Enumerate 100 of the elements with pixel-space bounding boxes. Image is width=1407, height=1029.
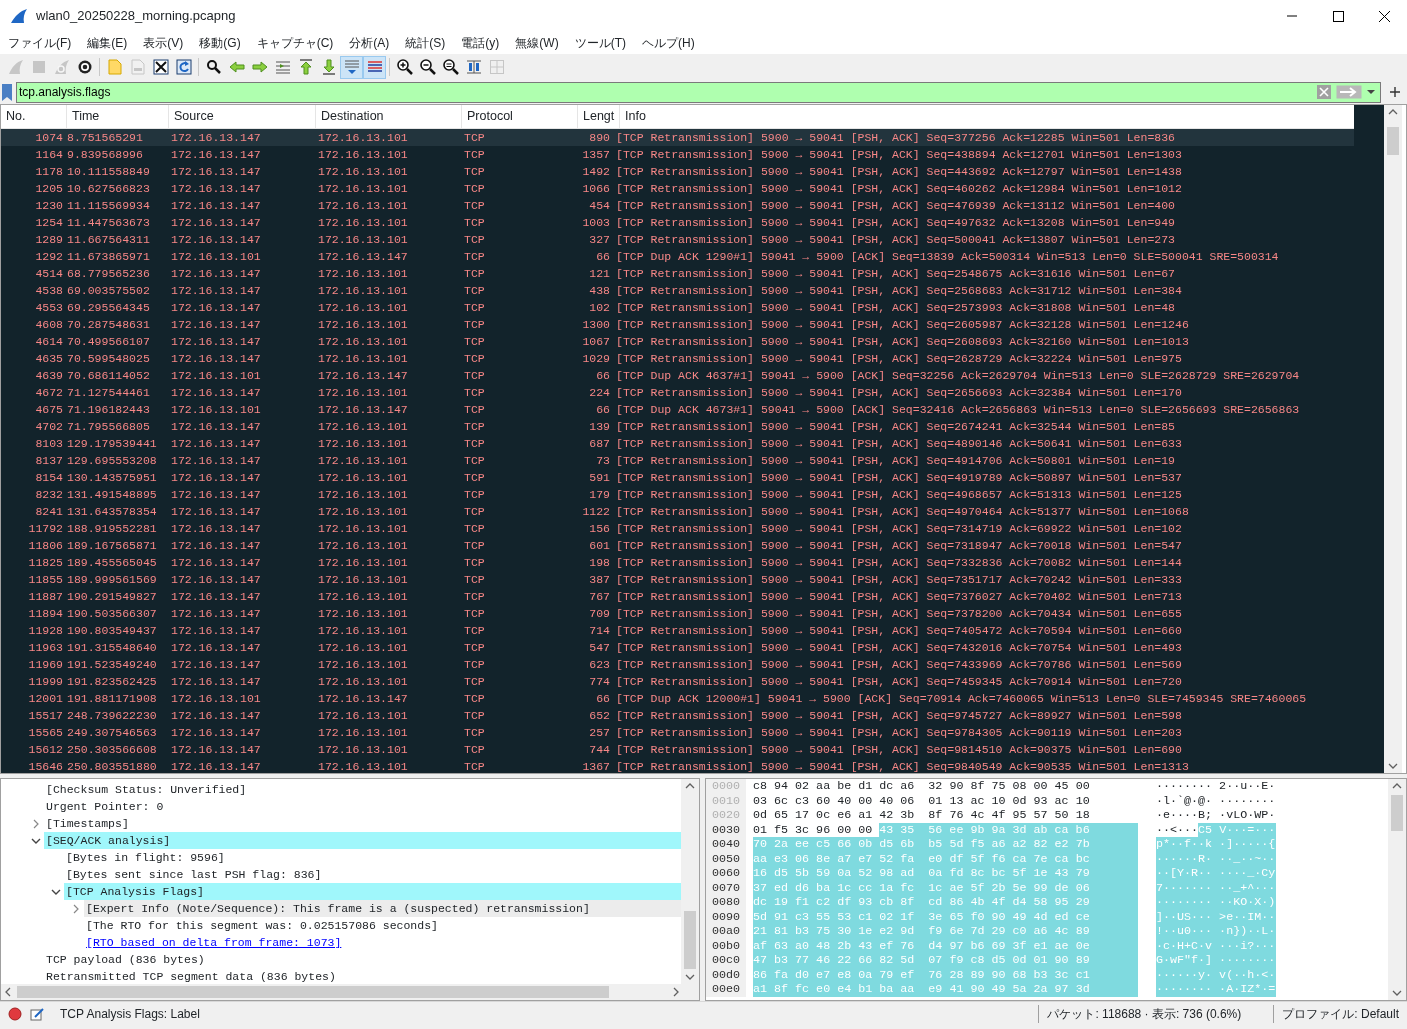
packet-row[interactable]: 11969 191.523549240 172.16.13.147 172.16.13.101 TCP 623 [TCP Retransmission] 5900 → 59041 [PSH, ACK] Seq=7433969 Ack=70786 Win=501 Len=569 (1, 656, 1354, 673)
scrollbar-thumb[interactable] (1387, 127, 1399, 155)
table-cell: 172.16.13.101 (318, 216, 408, 229)
menu-item[interactable]: 編集(E) (79, 32, 136, 54)
bookmark-button[interactable] (2, 83, 12, 101)
vertical-scrollbar[interactable] (681, 779, 699, 985)
hex-bytes[interactable]: 03 6c c3 60 40 00 40 06 01 13 ac 10 0d 93 ac 10 (753, 793, 1090, 808)
packet-row[interactable]: 4672 71.127544461 172.16.13.147 172.16.13.101 TCP 224 [TCP Retransmission] 5900 → 59041 [PSH, ACK] Seq=2656693 Ack=32384 Win=501 Len=170 (1, 384, 1354, 401)
tree-item[interactable]: Urgent Pointer: 0 (44, 798, 681, 815)
scrollbar-thumb[interactable] (1391, 795, 1403, 831)
packet-row[interactable]: 15517 248.739622230 172.16.13.147 172.16.13.101 TCP 652 [TCP Retransmission] 5900 → 59041 [PSH, ACK] Seq=9745727 Ack=89927 Win=501 Len=598 (1, 707, 1354, 724)
packet-row[interactable]: 4635 70.599548025 172.16.13.147 172.16.13.101 TCP 1029 [TCP Retransmission] 5900 → 59041 [PSH, ACK] Seq=2628729 Ack=32224 Win=501 Len=975 (1, 350, 1354, 367)
menu-item[interactable]: ツール(T) (566, 32, 634, 54)
hex-bytes[interactable]: 01 f5 3c 96 00 00 (753, 822, 873, 837)
packet-row[interactable]: 1292 11.673865971 172.16.13.101 172.16.13.147 TCP 66 [TCP Dup ACK 1290#1] 59041 → 5900 [ACK] Seq=13839 Ack=500314 Win=513 Len=0 SLE=500041 SRE=500314 (1, 248, 1354, 265)
packet-row[interactable]: 1074 8.751565291 172.16.13.147 172.16.13.101 TCP 890 [TCP Retransmission] 5900 → 59041 [PSH, ACK] Seq=377256 Ack=12285 Win=501 Len=836 (1, 129, 1354, 146)
packet-row[interactable]: 4702 71.795566805 172.16.13.147 172.16.13.101 TCP 139 [TCP Retransmission] 5900 → 59041 [PSH, ACK] Seq=2674241 Ack=32544 Win=501 Len=85 (1, 418, 1354, 435)
table-cell: 172.16.13.147 (318, 403, 408, 416)
scrollbar-thumb[interactable] (684, 911, 696, 969)
column-header[interactable]: Protocol (462, 105, 578, 128)
packet-row[interactable]: 8232 131.491548895 172.16.13.147 172.16.13.101 TCP 179 [TCP Retransmission] 5900 → 59041 [PSH, ACK] Seq=4968657 Ack=51313 Win=501 Len=125 (1, 486, 1354, 503)
scrollbar-thumb[interactable] (17, 986, 609, 999)
menu-item[interactable]: 分析(A) (341, 32, 398, 54)
packet-row[interactable]: 15646 250.803551880 172.16.13.147 172.16.13.101 TCP 1367 [TCP Retransmission] 5900 → 59041 [PSH, ACK] Seq=9840549 Ack=90535 Win=501 Len=1313 (1, 758, 1354, 775)
packet-row[interactable]: 4675 71.196182443 172.16.13.101 172.16.13.147 TCP 66 [TCP Dup ACK 4673#1] 59041 → 5900 [ACK] Seq=32416 Ack=2656863 Win=513 Len=0 SLE=2656693 SRE=2656863 (1, 401, 1354, 418)
tree-item[interactable]: [SEQ/ACK analysis] (44, 832, 681, 849)
vertical-scrollbar[interactable] (1388, 779, 1406, 1000)
packet-row[interactable]: 4514 68.779565236 172.16.13.147 172.16.13.101 TCP 121 [TCP Retransmission] 5900 → 59041 [PSH, ACK] Seq=2548675 Ack=31616 Win=501 Len=67 (1, 265, 1354, 282)
packet-row[interactable]: 1164 9.839568996 172.16.13.147 172.16.13.101 TCP 1357 [TCP Retransmission] 5900 → 59041 [PSH, ACK] Seq=438894 Ack=12701 Win=501 Len=1303 (1, 146, 1354, 163)
packet-row[interactable]: 11928 190.803549437 172.16.13.147 172.16.13.101 TCP 714 [TCP Retransmission] 5900 → 59041 [PSH, ACK] Seq=7405472 Ack=70594 Win=501 Len=660 (1, 622, 1354, 639)
menu-item[interactable]: 移動(G) (191, 32, 249, 54)
hex-bytes[interactable]: c8 94 02 aa be d1 dc a6 32 90 8f 75 08 00 45 00 (753, 779, 1090, 794)
column-header[interactable]: No. (1, 105, 67, 128)
tree-item[interactable]: [Bytes sent since last PSH flag: 836] (64, 866, 681, 883)
packet-row[interactable]: 8103 129.179539441 172.16.13.147 172.16.13.101 TCP 687 [TCP Retransmission] 5900 → 59041 [PSH, ACK] Seq=4890146 Ack=50641 Win=501 Len=633 (1, 435, 1354, 452)
packet-row[interactable]: 1254 11.447563673 172.16.13.147 172.16.13.101 TCP 1003 [TCP Retransmission] 5900 → 59041 [PSH, ACK] Seq=497632 Ack=13208 Win=501 Len=949 (1, 214, 1354, 231)
expand-icon[interactable] (31, 818, 41, 829)
packet-row[interactable]: 11894 190.503566307 172.16.13.147 172.16.13.101 TCP 709 [TCP Retransmission] 5900 → 59041 [PSH, ACK] Seq=7378200 Ack=70434 Win=501 Len=655 (1, 605, 1354, 622)
table-cell: 172.16.13.147 (318, 250, 408, 263)
packet-row[interactable]: 8241 131.643578354 172.16.13.147 172.16.13.101 TCP 1122 [TCP Retransmission] 5900 → 59041 [PSH, ACK] Seq=4970464 Ack=51377 Win=501 Len=1068 (1, 503, 1354, 520)
menu-item[interactable]: 表示(V) (135, 32, 192, 54)
packet-row[interactable]: 1230 11.115569934 172.16.13.147 172.16.13.101 TCP 454 [TCP Retransmission] 5900 → 59041 [PSH, ACK] Seq=476939 Ack=13112 Win=501 Len=400 (1, 197, 1354, 214)
table-cell: 1122 (582, 505, 610, 518)
expand-icon[interactable] (71, 903, 81, 914)
table-cell: 172.16.13.101 (318, 437, 408, 450)
menu-item[interactable]: 統計(S) (397, 32, 454, 54)
packet-row[interactable]: 1178 10.111558849 172.16.13.147 172.16.13.101 TCP 1492 [TCP Retransmission] 5900 → 59041 [PSH, ACK] Seq=443692 Ack=12797 Win=501 Len=1438 (1, 163, 1354, 180)
menu-item[interactable]: 無線(W) (507, 32, 567, 54)
table-cell: 10.627566823 (67, 182, 150, 195)
menu-item[interactable]: 電話(y) (453, 32, 508, 54)
table-cell: TCP (464, 692, 485, 705)
tree-item[interactable]: [Checksum Status: Unverified] (44, 781, 681, 798)
vertical-scrollbar[interactable] (1384, 105, 1402, 773)
packet-row[interactable]: 1289 11.667564311 172.16.13.147 172.16.13.101 TCP 327 [TCP Retransmission] 5900 → 59041 [PSH, ACK] Seq=500041 Ack=13807 Win=501 Len=273 (1, 231, 1354, 248)
packet-row[interactable]: 4639 70.686114052 172.16.13.101 172.16.13.147 TCP 66 [TCP Dup ACK 4637#1] 59041 → 5900 [ACK] Seq=32256 Ack=2629704 Win=513 Len=0 SLE=2628729 SRE=2629704 (1, 367, 1354, 384)
column-header[interactable]: Time (67, 105, 169, 128)
horizontal-scrollbar[interactable] (1, 984, 699, 1000)
packet-row[interactable]: 11825 189.455565045 172.16.13.147 172.16.13.101 TCP 198 [TCP Retransmission] 5900 → 59041 [PSH, ACK] Seq=7332836 Ack=70082 Win=501 Len=144 (1, 554, 1354, 571)
tree-item[interactable]: Retransmitted TCP segment data (836 bytes) (44, 968, 681, 985)
menu-item[interactable]: キャプチャ(C) (248, 32, 342, 54)
ascii-text[interactable]: ·e····B; ·vLO·WP· (1156, 808, 1276, 823)
hex-bytes[interactable]: 0d 65 17 0c e6 a1 42 3b 8f 76 4c 4f 95 57 50 18 (753, 808, 1090, 823)
column-header[interactable]: Destination (316, 105, 462, 128)
menu-item[interactable]: ファイル(F) (0, 32, 80, 54)
tree-item[interactable]: TCP payload (836 bytes) (44, 951, 681, 968)
packet-row[interactable]: 1205 10.627566823 172.16.13.147 172.16.13.101 TCP 1066 [TCP Retransmission] 5900 → 59041 [PSH, ACK] Seq=460262 Ack=12984 Win=501 Len=1012 (1, 180, 1354, 197)
table-cell: TCP (464, 505, 485, 518)
packet-row[interactable]: 15565 249.307546563 172.16.13.147 172.16.13.101 TCP 257 [TCP Retransmission] 5900 → 59041 [PSH, ACK] Seq=9784305 Ack=90119 Win=501 Len=203 (1, 724, 1354, 741)
tree-item[interactable]: [TCP Analysis Flags] (64, 883, 681, 900)
packet-row[interactable]: 4608 70.287548631 172.16.13.147 172.16.13.101 TCP 1300 [TCP Retransmission] 5900 → 59041 [PSH, ACK] Seq=2605987 Ack=32128 Win=501 Len=1246 (1, 316, 1354, 333)
packet-row[interactable]: 15612 250.303566608 172.16.13.147 172.16.13.101 TCP 744 [TCP Retransmission] 5900 → 59041 [PSH, ACK] Seq=9814510 Ack=90375 Win=501 Len=690 (1, 741, 1354, 758)
packet-row[interactable]: 8137 129.695553208 172.16.13.147 172.16.13.101 TCP 73 [TCP Retransmission] 5900 → 59041 [PSH, ACK] Seq=4914706 Ack=50801 Win=501 Len=19 (1, 452, 1354, 469)
packet-row[interactable]: 11806 189.167565871 172.16.13.147 172.16.13.101 TCP 601 [TCP Retransmission] 5900 → 59041 [PSH, ACK] Seq=7318947 Ack=70018 Win=501 Len=547 (1, 537, 1354, 554)
packet-row[interactable]: 11855 189.999561569 172.16.13.147 172.16.13.101 TCP 387 [TCP Retransmission] 5900 → 59041 [PSH, ACK] Seq=7351717 Ack=70242 Win=501 Len=333 (1, 571, 1354, 588)
packet-row[interactable]: 8154 130.143575951 172.16.13.147 172.16.13.101 TCP 591 [TCP Retransmission] 5900 → 59041 [PSH, ACK] Seq=4919789 Ack=50897 Win=501 Len=537 (1, 469, 1354, 486)
packet-row[interactable]: 11792 188.919552281 172.16.13.147 172.16.13.101 TCP 156 [TCP Retransmission] 5900 → 59041 [PSH, ACK] Seq=7314719 Ack=69922 Win=501 Len=102 (1, 520, 1354, 537)
packet-row[interactable]: 11999 191.823562425 172.16.13.147 172.16.13.101 TCP 774 [TCP Retransmission] 5900 → 59041 [PSH, ACK] Seq=7459345 Ack=70914 Win=501 Len=720 (1, 673, 1354, 690)
menu-item[interactable]: ヘルプ(H) (634, 32, 703, 54)
tree-item[interactable]: [Bytes in flight: 9596] (64, 849, 681, 866)
column-header[interactable]: Info (620, 105, 1354, 128)
table-cell: 249.307546563 (67, 726, 157, 739)
packet-row[interactable]: 4538 69.003575502 172.16.13.147 172.16.13.101 TCP 438 [TCP Retransmission] 5900 → 59041 [PSH, ACK] Seq=2568683 Ack=31712 Win=501 Len=384 (1, 282, 1354, 299)
tree-item[interactable]: [Expert Info (Note/Sequence): This frame is a (suspected) retransmission] (84, 900, 681, 917)
tree-item[interactable]: [The RTO for this segment was: 0.025157086 seconds] (84, 917, 681, 934)
packet-row[interactable]: 11963 191.315548640 172.16.13.147 172.16.13.101 TCP 547 [TCP Retransmission] 5900 → 59041 [PSH, ACK] Seq=7432016 Ack=70754 Win=501 Len=493 (1, 639, 1354, 656)
ascii-text[interactable]: ········ 2··u··E· (1156, 779, 1276, 794)
table-cell: 1178 (35, 165, 63, 178)
frame-link[interactable]: [RTO based on delta from frame: 1073] (86, 936, 342, 949)
packet-row[interactable]: 11887 190.291549827 172.16.13.147 172.16.13.101 TCP 767 [TCP Retransmission] 5900 → 59041 [PSH, ACK] Seq=7376027 Ack=70402 Win=501 Len=713 (1, 588, 1354, 605)
profile-label[interactable]: プロファイル: Default (1282, 1004, 1399, 1023)
column-header[interactable]: Lengt (578, 105, 620, 128)
add-button[interactable] (1389, 86, 1401, 98)
table-cell: 172.16.13.101 (318, 420, 408, 433)
packet-row[interactable]: 12001 191.881171908 172.16.13.101 172.16.13.147 TCP 66 [TCP Dup ACK 12000#1] 59041 → 5900 [ACK] Seq=70914 Ack=7460065 Win=513 Len=0 SLE=7459345 SRE=7460065 (1, 690, 1354, 707)
ascii-text[interactable]: ·l·`@·@· ········ (1156, 793, 1276, 808)
column-header[interactable]: Source (169, 105, 316, 128)
tree-item[interactable]: [Timestamps] (44, 815, 681, 832)
packet-row[interactable]: 4614 70.499566107 172.16.13.147 172.16.13.101 TCP 1067 [TCP Retransmission] 5900 → 59041 [PSH, ACK] Seq=2608693 Ack=32160 Win=501 Len=1013 (1, 333, 1354, 350)
table-cell: 172.16.13.101 (318, 607, 408, 620)
packet-row[interactable]: 4553 69.295564345 172.16.13.147 172.16.13.101 TCP 102 [TCP Retransmission] 5900 → 59041 [PSH, ACK] Seq=2573993 Ack=31808 Win=501 Len=48 (1, 299, 1354, 316)
